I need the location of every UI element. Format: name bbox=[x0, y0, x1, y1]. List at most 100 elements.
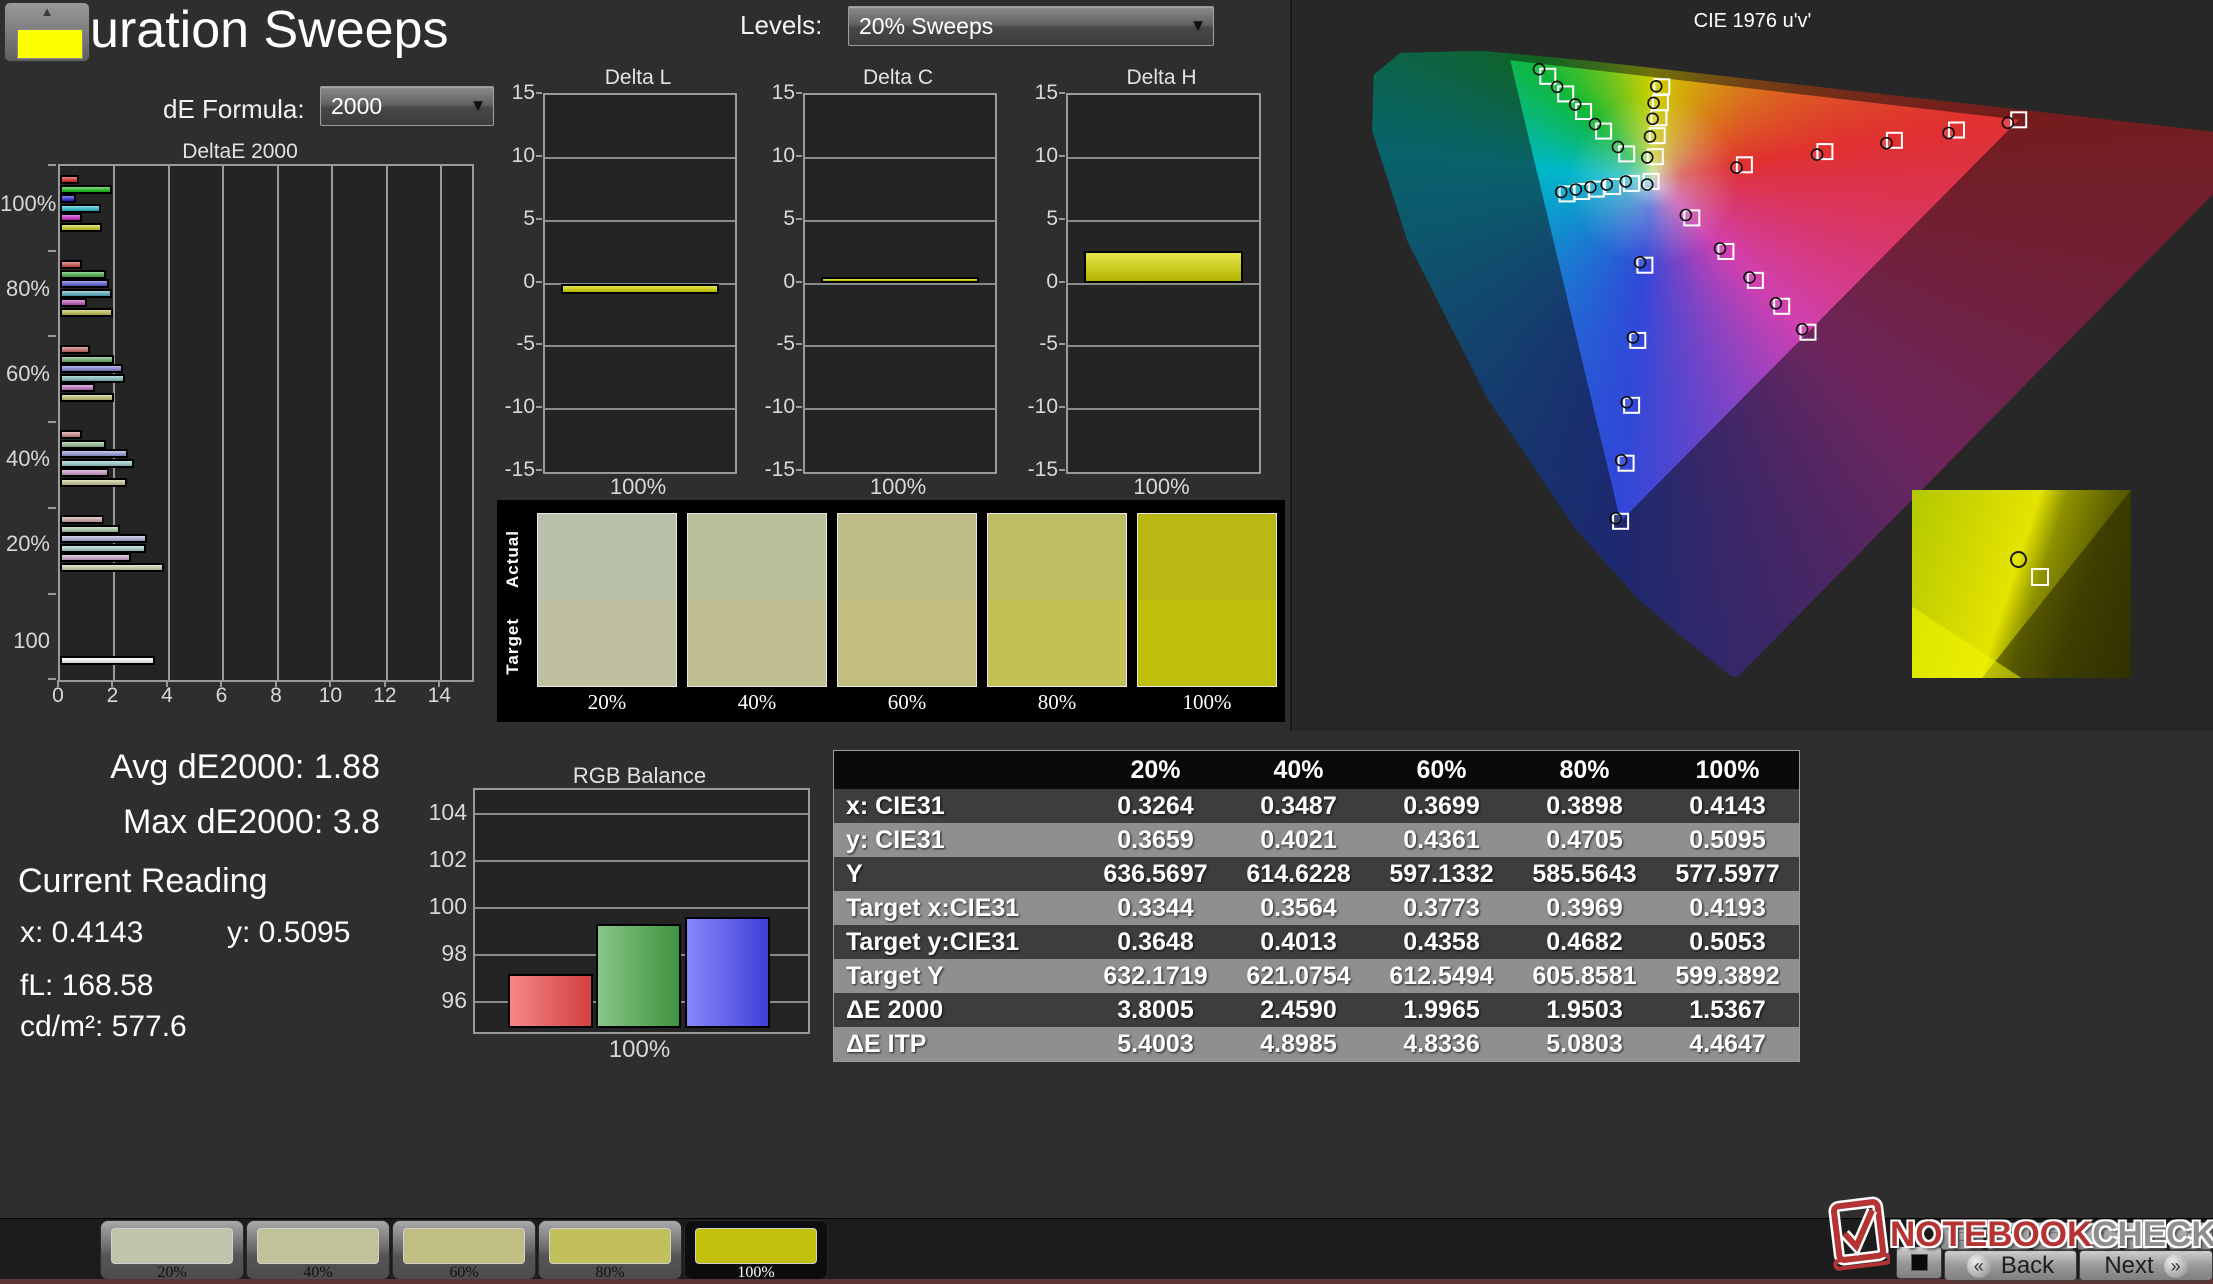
de-formula-label: dE Formula: bbox=[163, 94, 305, 125]
swatch-column-40% bbox=[687, 513, 827, 687]
table-value-cell: 0.4193 bbox=[1656, 894, 1799, 923]
table-row: ΔE ITP5.40034.89854.83365.08034.4647 bbox=[834, 1027, 1799, 1061]
table-value-cell: 0.3699 bbox=[1370, 792, 1513, 821]
cie-measured-marker-green bbox=[1612, 141, 1623, 152]
delta_h-y-tick: 5 bbox=[1014, 207, 1058, 231]
deltae-group-label: 60% bbox=[0, 361, 50, 387]
patch-button-20%[interactable]: 20% bbox=[100, 1220, 244, 1280]
cie-measured-marker-yellow bbox=[1651, 81, 1662, 92]
patch-swatch bbox=[549, 1228, 671, 1264]
sweep-data-table: 20%40%60%80%100%x: CIE310.32640.34870.36… bbox=[833, 750, 1800, 1062]
deltae-bar-100%-Cyan bbox=[60, 204, 101, 213]
notebookcheck-check-icon bbox=[1828, 1196, 1890, 1274]
table-row-label: Target Y bbox=[834, 962, 1084, 991]
table-value-cell: 632.1719 bbox=[1084, 962, 1227, 991]
delta_h-x-label: 100% bbox=[1066, 474, 1257, 500]
table-row-label: ΔE 2000 bbox=[834, 996, 1084, 1025]
table-value-cell: 5.0803 bbox=[1513, 1030, 1656, 1059]
rgb-balance-title: RGB Balance bbox=[473, 763, 806, 789]
patch-swatch bbox=[257, 1228, 379, 1264]
table-col-header: 20% bbox=[1084, 756, 1227, 785]
delta-l-title: Delta L bbox=[543, 66, 733, 90]
table-value-cell: 0.5053 bbox=[1656, 928, 1799, 957]
deltae-bar-100%-Green bbox=[60, 185, 112, 194]
delta_c-y-tick: 15 bbox=[751, 81, 795, 105]
patch-swatch bbox=[111, 1228, 233, 1264]
deltae-bar-40%-Yellow bbox=[60, 478, 127, 487]
deltae-bar-40%-Blue bbox=[60, 449, 128, 458]
cie-measured-marker-white bbox=[1642, 179, 1653, 190]
swatch-level-label: 20% bbox=[537, 690, 677, 715]
current-y-readout: y: 0.5095 bbox=[227, 916, 350, 950]
delta_c-y-tick: 10 bbox=[751, 144, 795, 168]
table-value-cell: 0.4013 bbox=[1227, 928, 1370, 957]
cie-measured-marker-red bbox=[1881, 138, 1892, 149]
actual-swatch-100% bbox=[1138, 514, 1276, 600]
deltae-bar-60%-Green bbox=[60, 355, 114, 364]
current-cdm2-readout: cd/m²: 577.6 bbox=[20, 1010, 187, 1044]
de-formula-dropdown[interactable]: 2000 ▼ bbox=[320, 86, 494, 126]
table-value-cell: 0.3648 bbox=[1084, 928, 1227, 957]
rgb-x-label: 100% bbox=[473, 1036, 806, 1064]
chevron-down-icon: ▼ bbox=[1183, 16, 1213, 36]
deltae-chart-title: DeltaE 2000 bbox=[120, 140, 360, 164]
table-row-label: y: CIE31 bbox=[834, 826, 1084, 855]
deltae-x-tick: 4 bbox=[147, 684, 187, 708]
actual-swatch-60% bbox=[838, 514, 976, 600]
table-value-cell: 0.4143 bbox=[1656, 792, 1799, 821]
table-value-cell: 0.3969 bbox=[1513, 894, 1656, 923]
deltae-bar-80%-Green bbox=[60, 270, 106, 279]
deltae-bar-20%-Blue bbox=[60, 534, 147, 543]
cie-measured-marker-cyan bbox=[1585, 182, 1596, 193]
deltae-group-label: 100 bbox=[0, 628, 50, 654]
delta_l-y-tick: 15 bbox=[491, 81, 535, 105]
table-value-cell: 0.4682 bbox=[1513, 928, 1656, 957]
patch-button-80%[interactable]: 80% bbox=[538, 1220, 682, 1280]
swatch-level-label: 100% bbox=[1137, 690, 1277, 715]
delta_h-y-tick: 0 bbox=[1014, 270, 1058, 294]
table-value-cell: 597.1332 bbox=[1370, 860, 1513, 889]
cie-measured-marker-yellow bbox=[1647, 113, 1658, 124]
deltae-bar-60%-Cyan bbox=[60, 374, 125, 383]
rgb-y-tick: 100 bbox=[421, 893, 467, 920]
de-formula-value: 2000 bbox=[321, 93, 463, 120]
patch-button-100%[interactable]: 100% bbox=[684, 1220, 828, 1280]
logo-text-notebook: NOTEBOOK bbox=[1890, 1215, 2092, 1255]
current-reading-heading: Current Reading bbox=[18, 862, 267, 901]
table-row: Target x:CIE310.33440.35640.37730.39690.… bbox=[834, 891, 1799, 925]
patch-button-40%[interactable]: 40% bbox=[246, 1220, 390, 1280]
deltae-bar-20%-Magenta bbox=[60, 553, 131, 562]
table-value-cell: 585.5643 bbox=[1513, 860, 1656, 889]
table-row: x: CIE310.32640.34870.36990.38980.4143 bbox=[834, 789, 1799, 823]
table-row: y: CIE310.36590.40210.43610.47050.5095 bbox=[834, 823, 1799, 857]
table-value-cell: 621.0754 bbox=[1227, 962, 1370, 991]
table-value-cell: 0.4705 bbox=[1513, 826, 1656, 855]
levels-dropdown[interactable]: 20% Sweeps ▼ bbox=[848, 6, 1214, 46]
table-value-cell: 0.3487 bbox=[1227, 792, 1370, 821]
delta_c-y-tick: 5 bbox=[751, 207, 795, 231]
target-swatch-100% bbox=[1138, 600, 1276, 686]
current-patch-swatch bbox=[17, 29, 83, 59]
delta_h-bar bbox=[1084, 251, 1243, 284]
actual-swatch-40% bbox=[688, 514, 826, 600]
deltae-bar-20%-Yellow bbox=[60, 563, 164, 572]
deltae-bar-80%-Yellow bbox=[60, 308, 113, 317]
table-value-cell: 0.3898 bbox=[1513, 792, 1656, 821]
delta_l-bar bbox=[561, 284, 719, 294]
table-value-cell: 0.5095 bbox=[1656, 826, 1799, 855]
table-value-cell: 599.3892 bbox=[1656, 962, 1799, 991]
table-value-cell: 0.4358 bbox=[1370, 928, 1513, 957]
deltae-bar-100%-Blue bbox=[60, 194, 76, 203]
table-row: Target Y632.1719621.0754612.5494605.8581… bbox=[834, 959, 1799, 993]
current-patch-button[interactable]: ▲ bbox=[4, 2, 90, 62]
table-value-cell: 577.5977 bbox=[1656, 860, 1799, 889]
delta_c-bar bbox=[821, 277, 979, 283]
deltae-bar-100-Red bbox=[60, 656, 155, 665]
table-col-header: 40% bbox=[1227, 756, 1370, 785]
cie-measured-marker-green bbox=[1590, 119, 1601, 130]
deltae-bar-60%-Magenta bbox=[60, 383, 95, 392]
table-value-cell: 4.8985 bbox=[1227, 1030, 1370, 1059]
cie-measured-marker-red bbox=[1943, 128, 1954, 139]
deltae-bar-40%-Cyan bbox=[60, 459, 134, 468]
patch-button-60%[interactable]: 60% bbox=[392, 1220, 536, 1280]
